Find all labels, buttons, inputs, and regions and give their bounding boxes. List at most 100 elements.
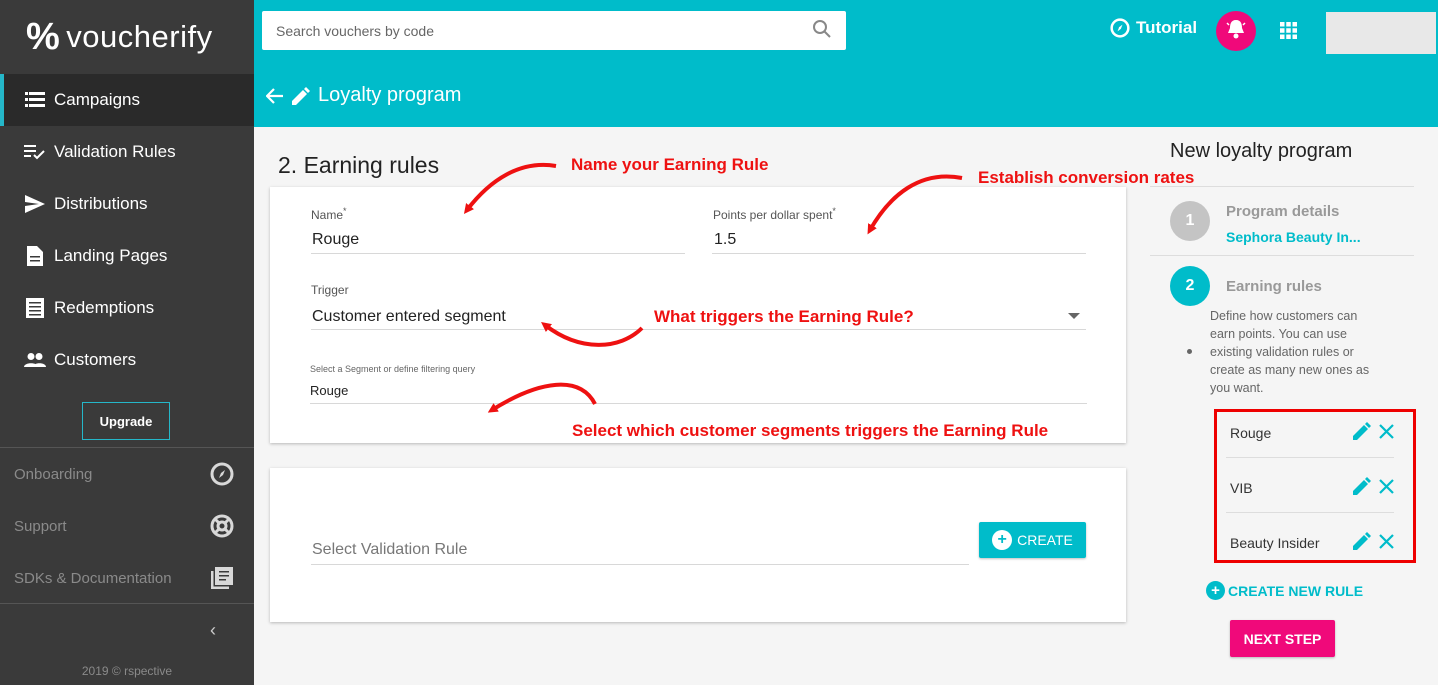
step-2-description: Define how customers can earn points. Yo…	[1210, 309, 1370, 395]
segment-underline	[310, 403, 1087, 404]
name-label: Name*	[311, 206, 347, 222]
segment-field[interactable]: Rouge	[310, 383, 348, 398]
search-input[interactable]: Search vouchers by code	[262, 11, 846, 50]
sidebar-item-label: Validation Rules	[54, 142, 176, 161]
step-bullet	[1187, 349, 1192, 354]
remove-close-icon[interactable]	[1379, 478, 1394, 497]
receipt-icon	[24, 297, 46, 319]
search-placeholder: Search vouchers by code	[276, 22, 434, 39]
trigger-select[interactable]: Customer entered segment	[312, 308, 506, 326]
compass-icon	[210, 462, 234, 486]
name-underline	[311, 253, 685, 254]
document-icon	[24, 245, 46, 267]
section-title: 2. Earning rules	[278, 152, 440, 178]
right-panel-title: New loyalty program	[1170, 140, 1353, 162]
annotation-trigger: What triggers the Earning Rule?	[654, 307, 914, 326]
segment-label: Select a Segment or define filtering que…	[310, 364, 476, 374]
trigger-label: Trigger	[311, 283, 349, 297]
rule-item[interactable]: VIB	[1226, 460, 1394, 515]
page-title: Loyalty program	[318, 84, 462, 106]
sidebar: % voucherify Campaigns Validation Rules …	[0, 0, 254, 685]
back-arrow-icon[interactable]	[266, 87, 284, 104]
rule-separator	[1226, 512, 1394, 513]
points-underline	[712, 253, 1086, 254]
validation-underline	[311, 564, 969, 565]
compass-icon	[1110, 18, 1130, 38]
notifications-button[interactable]	[1216, 11, 1256, 51]
edit-pencil-icon[interactable]	[1353, 477, 1371, 498]
list-icon	[24, 89, 46, 111]
right-panel-divider	[1150, 255, 1414, 256]
lifebuoy-icon	[210, 514, 234, 538]
edit-pencil-icon[interactable]	[1353, 532, 1371, 553]
rule-item[interactable]: Rouge	[1226, 405, 1394, 460]
remove-close-icon[interactable]	[1379, 533, 1394, 552]
sidebar-item-campaigns[interactable]: Campaigns	[0, 74, 254, 126]
sidebar-item-onboarding[interactable]: Onboarding	[14, 459, 234, 489]
rule-label: VIB	[1230, 479, 1253, 496]
sidebar-item-label: Landing Pages	[54, 246, 168, 265]
name-field[interactable]: Rouge	[312, 231, 359, 249]
annotation-segments: Select which customer segments triggers …	[572, 421, 1049, 440]
sidebar-item-label: Distributions	[54, 194, 148, 213]
search-icon[interactable]	[812, 19, 832, 42]
bell-icon	[1226, 18, 1246, 45]
step-2-circle[interactable]: 2	[1170, 266, 1210, 306]
tutorial-label: Tutorial	[1136, 18, 1198, 37]
step-1-title[interactable]: Program details	[1226, 203, 1339, 220]
apps-grid-icon[interactable]	[1280, 22, 1297, 44]
sidebar-item-label: Support	[14, 517, 67, 535]
people-icon	[24, 349, 46, 371]
checklist-icon	[24, 141, 46, 163]
annotation-conversion: Establish conversion rates	[978, 168, 1195, 187]
sidebar-item-label: Campaigns	[54, 90, 140, 109]
step-1-circle[interactable]: 1	[1170, 201, 1210, 241]
dropdown-arrow-icon[interactable]	[1068, 313, 1080, 319]
remove-close-icon[interactable]	[1379, 423, 1394, 442]
sidebar-item-redemptions[interactable]: Redemptions	[0, 282, 254, 334]
sidebar-item-landing-pages[interactable]: Landing Pages	[0, 230, 254, 282]
trigger-underline	[311, 329, 1086, 330]
sidebar-item-sdks-documentation[interactable]: SDKs & Documentation	[14, 563, 234, 593]
sidebar-item-support[interactable]: Support	[14, 511, 234, 541]
sidebar-item-label: Customers	[54, 350, 137, 369]
tutorial-button[interactable]: Tutorial	[1110, 18, 1197, 38]
copyright: 2019 © rspective	[81, 664, 173, 678]
pencil-icon[interactable]	[292, 86, 310, 105]
create-new-rule-button[interactable]: + CREATE NEW RULE	[1206, 581, 1363, 600]
sidebar-item-label: SDKs & Documentation	[14, 569, 172, 587]
sidebar-item-label: Onboarding	[14, 465, 93, 483]
required-mark: *	[832, 206, 836, 216]
required-mark: *	[343, 206, 347, 216]
plus-circle-icon: +	[992, 530, 1013, 550]
annotation-name: Name your Earning Rule	[571, 155, 769, 174]
logo-mark: %	[26, 15, 61, 58]
collapse-sidebar-icon[interactable]: ‹	[210, 620, 216, 641]
next-step-button[interactable]: NEXT STEP	[1230, 620, 1335, 657]
create-label: CREATE	[1017, 532, 1073, 548]
rule-item[interactable]: Beauty Insider	[1226, 515, 1394, 570]
points-label: Points per dollar spent*	[713, 206, 836, 222]
create-button[interactable]: + CREATE	[979, 522, 1086, 558]
sidebar-divider	[0, 447, 254, 448]
send-icon	[24, 193, 46, 215]
sidebar-item-customers[interactable]: Customers	[0, 334, 254, 386]
rule-label: Rouge	[1230, 424, 1272, 441]
header: Search vouchers by code Tutorial Loyalty…	[254, 0, 1438, 127]
sidebar-item-distributions[interactable]: Distributions	[0, 178, 254, 230]
points-field[interactable]: 1.5	[714, 231, 736, 249]
step-1-subtitle: Sephora Beauty In...	[1226, 229, 1361, 245]
rule-separator	[1226, 457, 1394, 458]
edit-pencil-icon[interactable]	[1353, 422, 1371, 443]
step-2-title[interactable]: Earning rules	[1226, 278, 1322, 295]
validation-rule-select[interactable]: Select Validation Rule	[312, 541, 467, 559]
book-icon	[210, 566, 234, 590]
create-new-rule-label: CREATE NEW RULE	[1228, 582, 1364, 599]
sidebar-item-label: Redemptions	[54, 298, 155, 317]
logo[interactable]: % voucherify	[0, 0, 254, 74]
avatar[interactable]	[1326, 12, 1436, 54]
sidebar-item-validation-rules[interactable]: Validation Rules	[0, 126, 254, 178]
page-title-bar: Loyalty program	[266, 84, 461, 107]
upgrade-button[interactable]: Upgrade	[82, 402, 170, 440]
right-panel-divider	[1150, 186, 1414, 187]
